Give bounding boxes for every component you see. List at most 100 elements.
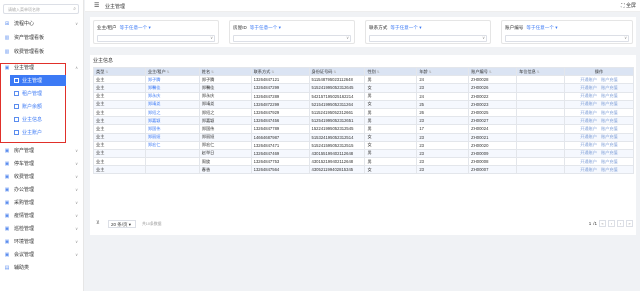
sort-icon[interactable]: ⇅ — [429, 70, 432, 74]
prev-page-button[interactable]: ‹ — [608, 220, 615, 227]
column-header[interactable]: 车位信息⇅ — [516, 66, 565, 77]
open-account-link[interactable]: 开通账户 — [580, 150, 597, 155]
sidebar-item-inspection[interactable]: ▣ 巡检管理 ∨ — [0, 223, 84, 234]
filter-value-select[interactable]: ∨ — [233, 35, 351, 42]
sort-icon[interactable]: ⇅ — [377, 70, 380, 74]
sidebar-item-fee-board[interactable]: ▥ 收费管理看板 — [0, 46, 84, 57]
open-account-link[interactable]: 开通账户 — [580, 159, 597, 164]
recharge-account-link[interactable]: 账户充值 — [601, 167, 618, 172]
table-row[interactable]: 业主 郑嘉颖 郑嘉颖 13264847456 512541995052312651 男 23… — [93, 116, 635, 126]
table-row[interactable]: 业主 郑绍之 郑绍之 13264847929 511524195052312661 男 26… — [93, 107, 635, 118]
sidebar-item-fees[interactable]: ▣ 收费管理 ∨ — [0, 171, 84, 182]
table-cell[interactable]: 郑永庆 — [144, 91, 200, 101]
open-account-link[interactable]: 开通账户 — [580, 85, 597, 90]
filter-value-select[interactable]: ∨ — [505, 35, 629, 42]
table-cell[interactable] — [144, 165, 200, 175]
filter-operator-select[interactable]: 等于任意一个 ▾ — [120, 25, 151, 30]
filter-value-select[interactable]: ∨ — [97, 35, 215, 42]
table-row[interactable]: 业主 郑宏仁 郑宏仁 13264847471 515241595052312515 女 23… — [93, 140, 635, 150]
filter-operator-select[interactable]: 等于任意一个 ▾ — [526, 25, 557, 30]
sidebar-item-flow-center[interactable]: ⊞ 流程中心 ∨ — [0, 18, 84, 29]
column-header[interactable]: 账户编号⇅ — [468, 66, 518, 77]
sidebar-item-owner-management[interactable]: ▣ 业主管理 ∧ — [0, 62, 84, 73]
open-account-link[interactable]: 开通账户 — [580, 167, 597, 172]
open-account-link[interactable]: 开通账户 — [580, 134, 597, 139]
column-header[interactable]: 年龄⇅ — [416, 66, 470, 77]
last-page-button[interactable]: » — [626, 220, 633, 227]
filter-operator-select[interactable]: 等于任意一个 ▾ — [390, 25, 421, 30]
table-cell[interactable]: 郑丽娅 — [144, 132, 200, 142]
search-icon[interactable]: ⌕ — [73, 6, 76, 12]
recharge-account-link[interactable]: 账户充值 — [601, 85, 618, 90]
table-row[interactable]: 业主 郑国伟 郑国伟 13264847789 152241995052312545 男 17… — [93, 124, 635, 134]
table-cell[interactable]: 郑馨佳 — [144, 83, 200, 93]
table-cell[interactable]: 郑国伟 — [144, 124, 200, 134]
menu-search-input[interactable]: 请输入菜单项名称 ⌕ — [3, 4, 79, 14]
open-account-link[interactable]: 开通账户 — [580, 101, 597, 106]
column-header[interactable]: 身份证号码⇅ — [308, 66, 366, 77]
submenu-owner-info[interactable]: 业主信息 — [10, 114, 66, 125]
recharge-account-link[interactable]: 账户充值 — [601, 101, 618, 106]
table-row[interactable]: 业主 郑子腾 郑子腾 13264847121 511548795023112648 男 24… — [93, 75, 635, 85]
sidebar-item-parking[interactable]: ▣ 停车管理 ∨ — [0, 158, 84, 169]
submenu-tenant-management[interactable]: 租户管理 — [10, 88, 66, 99]
column-header[interactable]: 业主/租户⇅ — [144, 66, 200, 77]
column-header[interactable]: 操作 — [563, 66, 635, 77]
open-account-link[interactable]: 开通账户 — [580, 118, 597, 123]
current-page[interactable]: 1 — [589, 221, 592, 226]
sidebar-item-office[interactable]: ▣ 办公管理 ∨ — [0, 184, 84, 195]
table-cell[interactable] — [144, 157, 200, 167]
column-header[interactable]: 类型⇅ — [93, 66, 146, 77]
table-row[interactable]: 业主 赵举日 13264847469 430155199402112648 男 23 ZH0… — [93, 148, 635, 159]
sort-icon[interactable]: ⇅ — [167, 70, 170, 74]
sidebar-item-epidemic[interactable]: ▣ 疫情管理 ∨ — [0, 210, 84, 221]
sort-icon[interactable]: ⇅ — [105, 70, 108, 74]
sort-icon[interactable]: ⇅ — [271, 70, 274, 74]
sidebar-item-environment[interactable]: ▣ 环境管理 ∨ — [0, 236, 84, 247]
sort-icon[interactable]: ⇅ — [489, 70, 492, 74]
table-row[interactable]: 业主 郑靖尧 郑靖尧 13264872299 521541995052311264 女 25… — [93, 99, 635, 109]
sort-icon[interactable]: ⇅ — [333, 70, 336, 74]
table-cell[interactable]: 郑靖尧 — [144, 99, 200, 109]
open-account-link[interactable]: 开通账户 — [580, 77, 597, 82]
fullscreen-button[interactable]: ⛶ 全屏 — [621, 2, 636, 9]
recharge-account-link[interactable]: 账户充值 — [601, 110, 618, 115]
open-account-link[interactable]: 开通账户 — [580, 110, 597, 115]
column-header[interactable]: 姓名⇅ — [198, 66, 252, 77]
table-cell[interactable]: 郑子腾 — [144, 75, 200, 85]
table-row[interactable]: 业主 郑馨佳 郑馨佳 13264847299 515241995052312645 女 23… — [93, 83, 635, 93]
table-cell[interactable]: 郑嘉颖 — [144, 116, 200, 126]
first-page-button[interactable]: « — [599, 220, 606, 227]
column-header[interactable]: 联系方式⇅ — [250, 66, 310, 77]
recharge-account-link[interactable]: 账户充值 — [601, 126, 618, 131]
submenu-account-balance[interactable]: 账户余额 — [10, 101, 66, 112]
open-account-link[interactable]: 开通账户 — [580, 126, 597, 131]
table-row[interactable]: 业主 春香 13264847564 430521199402815345 女 23 ZH00… — [93, 165, 635, 175]
sidebar-item-auxiliary[interactable]: ▤ 辅助类 — [0, 262, 84, 273]
table-row[interactable]: 业主 郑丽娅 郑丽娅 14664687987 515324195052312514 女 23… — [93, 132, 635, 142]
sort-icon[interactable]: ⇅ — [537, 70, 540, 74]
open-account-link[interactable]: 开通账户 — [580, 142, 597, 147]
recharge-account-link[interactable]: 账户充值 — [601, 77, 618, 82]
sidebar-item-asset-board[interactable]: ▥ 资产管理看板 — [0, 32, 84, 43]
table-row[interactable]: 业主 周旋 13264847753 430152199402112648 男 23 ZH00… — [93, 157, 635, 167]
sidebar-item-meeting[interactable]: ▣ 会议管理 ∨ — [0, 249, 84, 260]
table-cell[interactable]: 郑宏仁 — [144, 140, 200, 150]
sidebar-item-purchase[interactable]: ▣ 采购管理 ∨ — [0, 197, 84, 208]
column-settings-icon[interactable]: ⊻ — [96, 220, 100, 226]
submenu-owner-account[interactable]: 业主账户 — [10, 127, 66, 138]
sort-icon[interactable]: ⇅ — [211, 70, 214, 74]
submenu-owner-management[interactable]: 业主管理 — [10, 75, 66, 86]
recharge-account-link[interactable]: 账户充值 — [601, 142, 618, 147]
page-size-select[interactable]: 20 条/页 ▾ — [108, 220, 136, 228]
recharge-account-link[interactable]: 账户充值 — [601, 150, 618, 155]
open-account-link[interactable]: 开通账户 — [580, 93, 597, 98]
filter-value-select[interactable]: ∨ — [369, 35, 487, 42]
next-page-button[interactable]: › — [617, 220, 624, 227]
sidebar-item-property[interactable]: ▣ 房产管理 ∨ — [0, 145, 84, 156]
recharge-account-link[interactable]: 账户充值 — [601, 118, 618, 123]
table-cell[interactable] — [144, 148, 200, 159]
filter-operator-select[interactable]: 等于任意一个 ▾ — [250, 25, 281, 30]
table-cell[interactable]: 郑绍之 — [144, 107, 200, 118]
menu-toggle-icon[interactable]: ☰ — [94, 2, 99, 9]
